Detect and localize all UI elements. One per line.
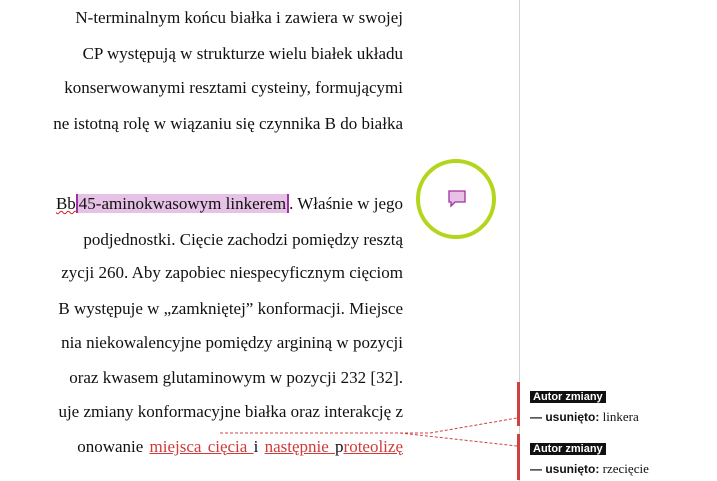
author-name: Autor zmiany (530, 391, 606, 403)
deletion-label: — usunięto: (530, 462, 600, 476)
deletion-balloon[interactable]: Autor zmiany — usunięto: linkera (530, 389, 639, 425)
deletion-label: — usunięto: (530, 410, 600, 424)
revision-bar (517, 434, 520, 480)
author-name: Autor zmiany (530, 443, 606, 455)
deleted-text: rzecięcie (602, 461, 649, 476)
deleted-text: linkera (602, 409, 639, 424)
deletion-balloon[interactable]: Autor zmiany — usunięto: rzecięcie (530, 441, 649, 477)
revision-bar (517, 382, 520, 426)
